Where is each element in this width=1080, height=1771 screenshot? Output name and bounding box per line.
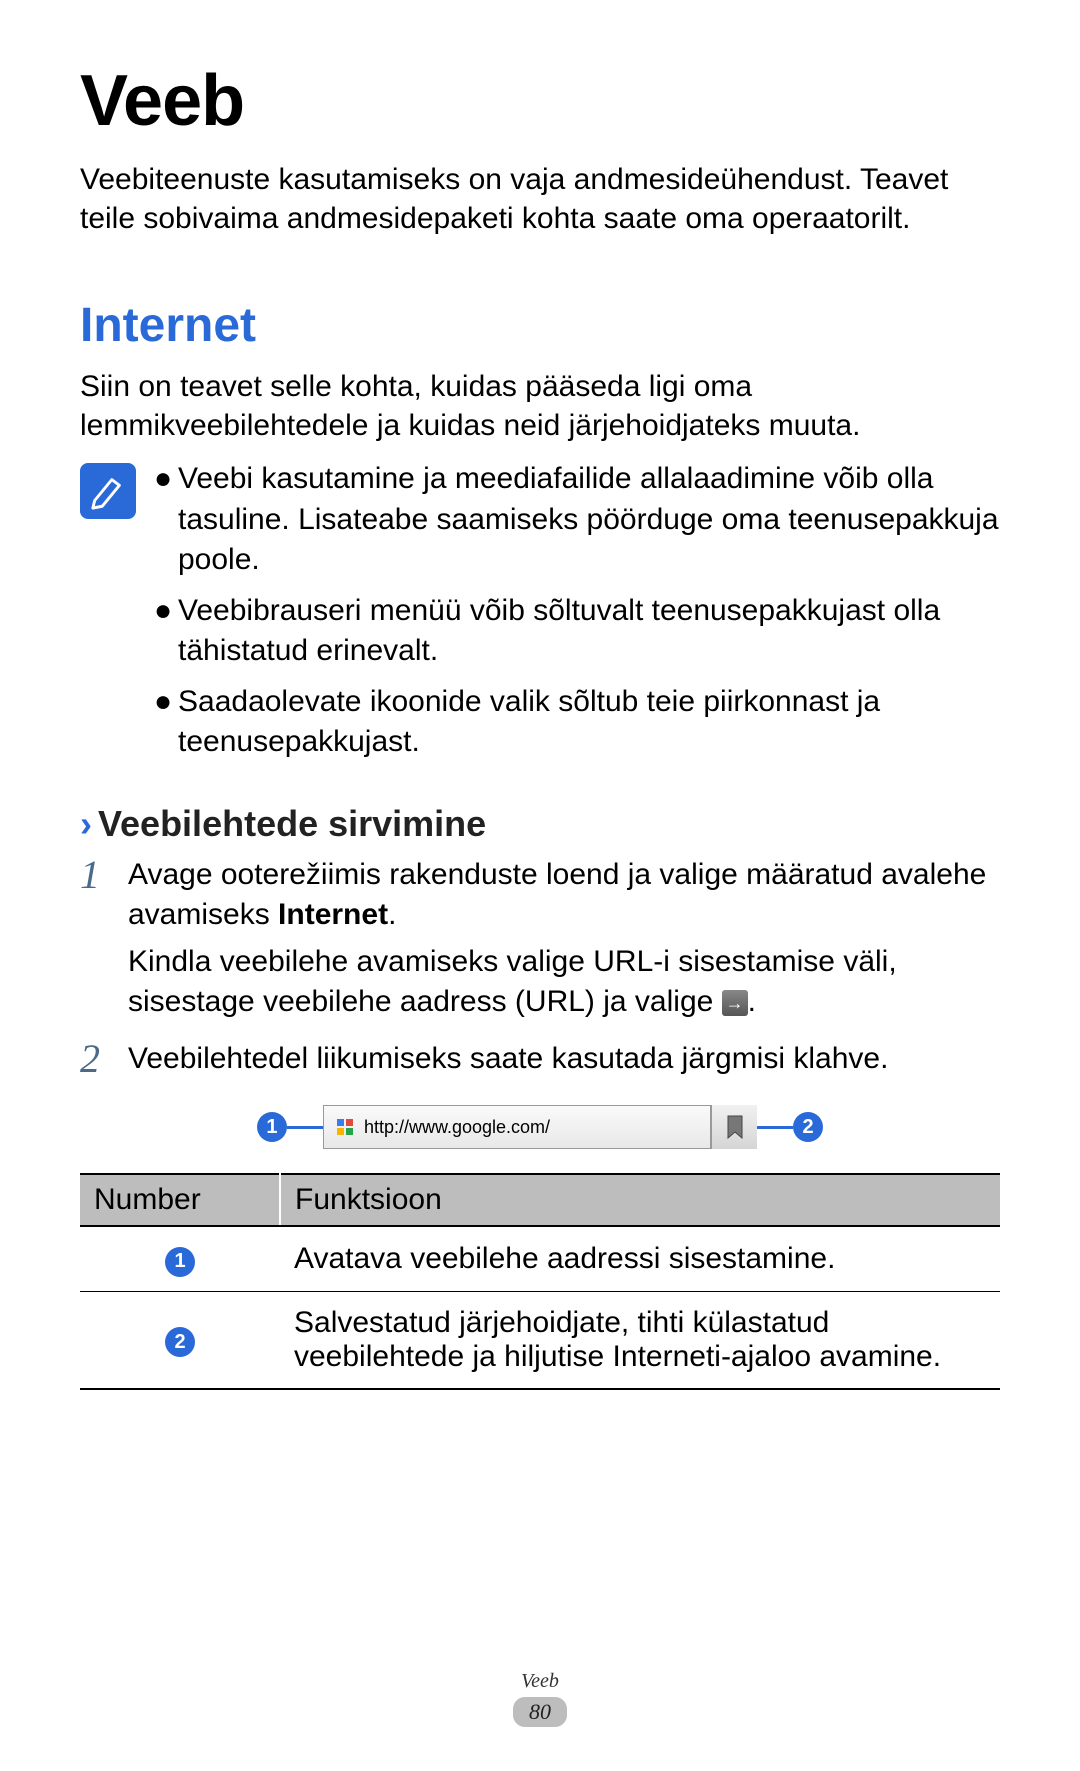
note-list: ●Veebi kasutamine ja meediafailide allal… — [154, 459, 1000, 773]
note-text: Saadaolevate ikoonide valik sõltub teie … — [178, 682, 1000, 763]
note-item: ●Veebibrauseri menüü võib sõltuvalt teen… — [154, 591, 1000, 672]
step-number: 1 — [80, 855, 114, 1029]
go-arrow-icon: → — [722, 990, 748, 1016]
favicon-icon — [330, 1112, 360, 1142]
callout-connector — [287, 1126, 323, 1129]
section-intro: Siin on teavet selle kohta, kuidas pääse… — [80, 367, 1000, 445]
note-item: ●Veebi kasutamine ja meediafailide allal… — [154, 459, 1000, 581]
bookmark-button-figure — [711, 1105, 757, 1149]
note-item: ●Saadaolevate ikoonide valik sõltub teie… — [154, 682, 1000, 763]
step-text: Kindla veebilehe avamiseks valige URL-i … — [128, 942, 1000, 1023]
note-icon — [80, 463, 136, 519]
callout-badge-2: 2 — [793, 1112, 823, 1142]
text: Avage ooterežiimis rakenduste loend ja v… — [128, 858, 986, 932]
table-cell-function: Salvestatud järjehoidjate, tihti külasta… — [280, 1291, 1000, 1389]
note-text: Veebibrauseri menüü võib sõltuvalt teenu… — [178, 591, 1000, 672]
document-page: Veeb Veebiteenuste kasutamiseks on vaja … — [0, 0, 1080, 1771]
note-text: Veebi kasutamine ja meediafailide allala… — [178, 459, 1000, 581]
page-title: Veeb — [80, 60, 1000, 142]
callout-badge-2: 2 — [165, 1327, 195, 1357]
text: . — [748, 985, 756, 1018]
table-row: 1 Avatava veebilehe aadressi sisestamine… — [80, 1226, 1000, 1291]
footer-section-title: Veeb — [0, 1670, 1080, 1693]
callout-connector — [757, 1126, 793, 1129]
table-header-row: Number Funktsioon — [80, 1174, 1000, 1226]
bullet-icon: ● — [154, 682, 178, 763]
steps-list: 1 Avage ooterežiimis rakenduste loend ja… — [80, 855, 1000, 1086]
section-heading-internet: Internet — [80, 298, 1000, 353]
text: . — [388, 898, 396, 931]
bold-text: Internet — [278, 898, 388, 931]
callout-badge-1: 1 — [257, 1112, 287, 1142]
bookmark-icon — [725, 1115, 745, 1139]
step-2: 2 Veebilehtedel liikumiseks saate kasuta… — [80, 1039, 1000, 1086]
step-body: Veebilehtedel liikumiseks saate kasutada… — [128, 1039, 1000, 1086]
page-number-wrap: 80 — [0, 1697, 1080, 1727]
browser-url-bar: http://www.google.com/ — [323, 1105, 711, 1149]
page-number: 80 — [513, 1697, 567, 1727]
chevron-right-icon: › — [80, 803, 92, 845]
step-body: Avage ooterežiimis rakenduste loend ja v… — [128, 855, 1000, 1029]
step-text: Veebilehtedel liikumiseks saate kasutada… — [128, 1039, 1000, 1080]
function-table: Number Funktsioon 1 Avatava veebilehe aa… — [80, 1173, 1000, 1390]
intro-paragraph: Veebiteenuste kasutamiseks on vaja andme… — [80, 160, 1000, 238]
step-number: 2 — [80, 1039, 114, 1086]
url-text: http://www.google.com/ — [364, 1117, 710, 1138]
table-header-number: Number — [80, 1174, 280, 1226]
table-cell-number: 1 — [80, 1226, 280, 1291]
step-text: Avage ooterežiimis rakenduste loend ja v… — [128, 855, 1000, 936]
table-row: 2 Salvestatud järjehoidjate, tihti külas… — [80, 1291, 1000, 1389]
text: Kindla veebilehe avamiseks valige URL-i … — [128, 945, 897, 1019]
table-cell-number: 2 — [80, 1291, 280, 1389]
page-footer: Veeb 80 — [0, 1670, 1080, 1727]
subsection-title: Veebilehtede sirvimine — [98, 803, 486, 845]
table-header-function: Funktsioon — [280, 1174, 1000, 1226]
callout-badge-1: 1 — [165, 1247, 195, 1277]
note-block: ●Veebi kasutamine ja meediafailide allal… — [80, 459, 1000, 773]
step-1: 1 Avage ooterežiimis rakenduste loend ja… — [80, 855, 1000, 1029]
url-bar-figure: 1 http://www.google.com/ 2 — [80, 1105, 1000, 1149]
bullet-icon: ● — [154, 459, 178, 581]
table-cell-function: Avatava veebilehe aadressi sisestamine. — [280, 1226, 1000, 1291]
bullet-icon: ● — [154, 591, 178, 672]
subsection-heading: › Veebilehtede sirvimine — [80, 803, 1000, 845]
